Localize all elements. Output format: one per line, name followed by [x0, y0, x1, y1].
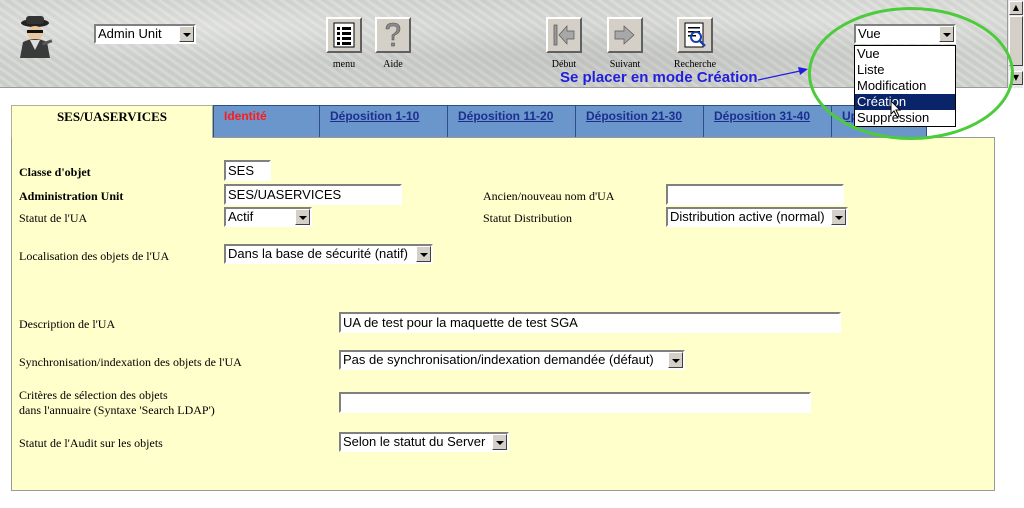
chevron-down-icon[interactable] [668, 352, 683, 368]
chevron-down-icon[interactable] [295, 209, 310, 225]
admin-unit-select-value: Admin Unit [98, 26, 162, 41]
mode-option-creation[interactable]: Création [855, 94, 955, 110]
annotation-text: Se placer en mode Création [560, 69, 758, 86]
statut-audit-label: Statut de l'Audit sur les objets [19, 436, 163, 450]
next-button[interactable] [607, 17, 643, 53]
tab-label: SES/UASERVICES [56, 109, 168, 124]
description-field[interactable]: UA de test pour la maquette de test SGA [339, 312, 841, 333]
first-record-button[interactable] [546, 17, 582, 53]
tab-label: Identité [224, 109, 267, 123]
mode-option-liste[interactable]: Liste [855, 62, 955, 78]
main-area: SES/UASERVICES Identité Déposition 1-10 … [0, 88, 1024, 508]
ancien-nom-label: Ancien/nouveau nom d'UA [483, 189, 615, 203]
scroll-up-icon[interactable]: ▲ [1009, 1, 1023, 15]
chevron-down-icon[interactable] [831, 209, 846, 225]
statut-audit-value: Selon le statut du Server [343, 434, 486, 449]
scroll-down-icon[interactable]: ▼ [1009, 71, 1023, 85]
criteres-label-line1: Critères de sélection des objets [19, 388, 168, 402]
admin-unit-field[interactable]: SES/UASERVICES [224, 184, 402, 205]
chevron-down-icon[interactable] [939, 26, 954, 42]
mouse-pointer-icon [890, 100, 902, 118]
mode-option-suppression[interactable]: Suppression [855, 110, 955, 126]
synchronisation-label: Synchronisation/indexation des objets de… [19, 355, 242, 369]
tab-label: Déposition 1-10 [330, 109, 420, 123]
menu-button[interactable] [326, 17, 362, 53]
search-document-icon [684, 22, 706, 48]
mode-select-value: Vue [858, 26, 881, 41]
statut-distribution-select[interactable]: Distribution active (normal) [666, 207, 848, 227]
statut-ua-label: Statut de l'UA [19, 211, 88, 225]
description-label: Description de l'UA [19, 317, 116, 331]
tab-identite[interactable]: Identité [213, 105, 323, 137]
statut-distribution-label: Statut Distribution [483, 211, 573, 225]
skip-to-start-icon [553, 24, 575, 46]
tab-deposition-31-40[interactable]: Déposition 31-40 [703, 105, 835, 137]
question-mark-icon [385, 22, 401, 47]
tab-label: Déposition 21-30 [586, 109, 683, 123]
localisation-value: Dans la base de sécurité (natif) [228, 246, 408, 261]
tab-deposition-21-30[interactable]: Déposition 21-30 [575, 105, 707, 137]
ancien-nom-field[interactable] [666, 184, 844, 205]
localisation-select[interactable]: Dans la base de sécurité (natif) [224, 244, 433, 264]
synchronisation-select[interactable]: Pas de synchronisation/indexation demand… [339, 350, 685, 370]
tab-label: Déposition 31-40 [714, 109, 811, 123]
chevron-down-icon[interactable] [492, 434, 507, 450]
toolbar-scrollbar[interactable]: ▲ ▼ [1007, 0, 1023, 88]
spy-logo-icon [14, 14, 56, 58]
synchronisation-value: Pas de synchronisation/indexation demand… [343, 352, 654, 367]
mode-option-vue[interactable]: Vue [855, 46, 955, 62]
chevron-down-icon[interactable] [416, 246, 431, 262]
mode-option-modification[interactable]: Modification [855, 78, 955, 94]
admin-unit-label: Administration Unit [19, 189, 124, 203]
mode-dropdown-list: Vue Liste Modification Création Suppress… [854, 45, 956, 127]
statut-audit-select[interactable]: Selon le statut du Server [339, 432, 509, 452]
tab-label: Déposition 11-20 [458, 109, 554, 123]
criteres-field[interactable] [339, 392, 811, 413]
tab-ses-uaservices[interactable]: SES/UASERVICES [11, 105, 213, 138]
criteres-label-line2: dans l'annuaire (Syntaxe 'Search LDAP') [19, 403, 215, 417]
mode-select[interactable]: Vue [854, 24, 956, 44]
document-list-icon [333, 22, 355, 48]
arrow-right-icon [614, 25, 635, 45]
tab-deposition-11-20[interactable]: Déposition 11-20 [447, 105, 579, 137]
chevron-down-icon[interactable] [179, 26, 194, 42]
statut-ua-value: Actif [228, 209, 254, 224]
classe-objet-label: Classe d'objet [19, 165, 91, 179]
statut-ua-select[interactable]: Actif [224, 207, 312, 227]
localisation-label: Localisation des objets de l'UA [19, 249, 170, 263]
classe-objet-field[interactable]: SES [224, 160, 271, 181]
tab-deposition-1-10[interactable]: Déposition 1-10 [319, 105, 451, 137]
help-label: Aide [383, 59, 403, 70]
form-panel: Classe d'objet SES Administration Unit S… [11, 137, 995, 491]
admin-unit-select[interactable]: Admin Unit [94, 24, 196, 44]
scroll-thumb[interactable] [1009, 16, 1023, 66]
help-button[interactable] [375, 17, 411, 53]
search-button[interactable] [677, 17, 713, 53]
statut-distribution-value: Distribution active (normal) [670, 209, 825, 224]
